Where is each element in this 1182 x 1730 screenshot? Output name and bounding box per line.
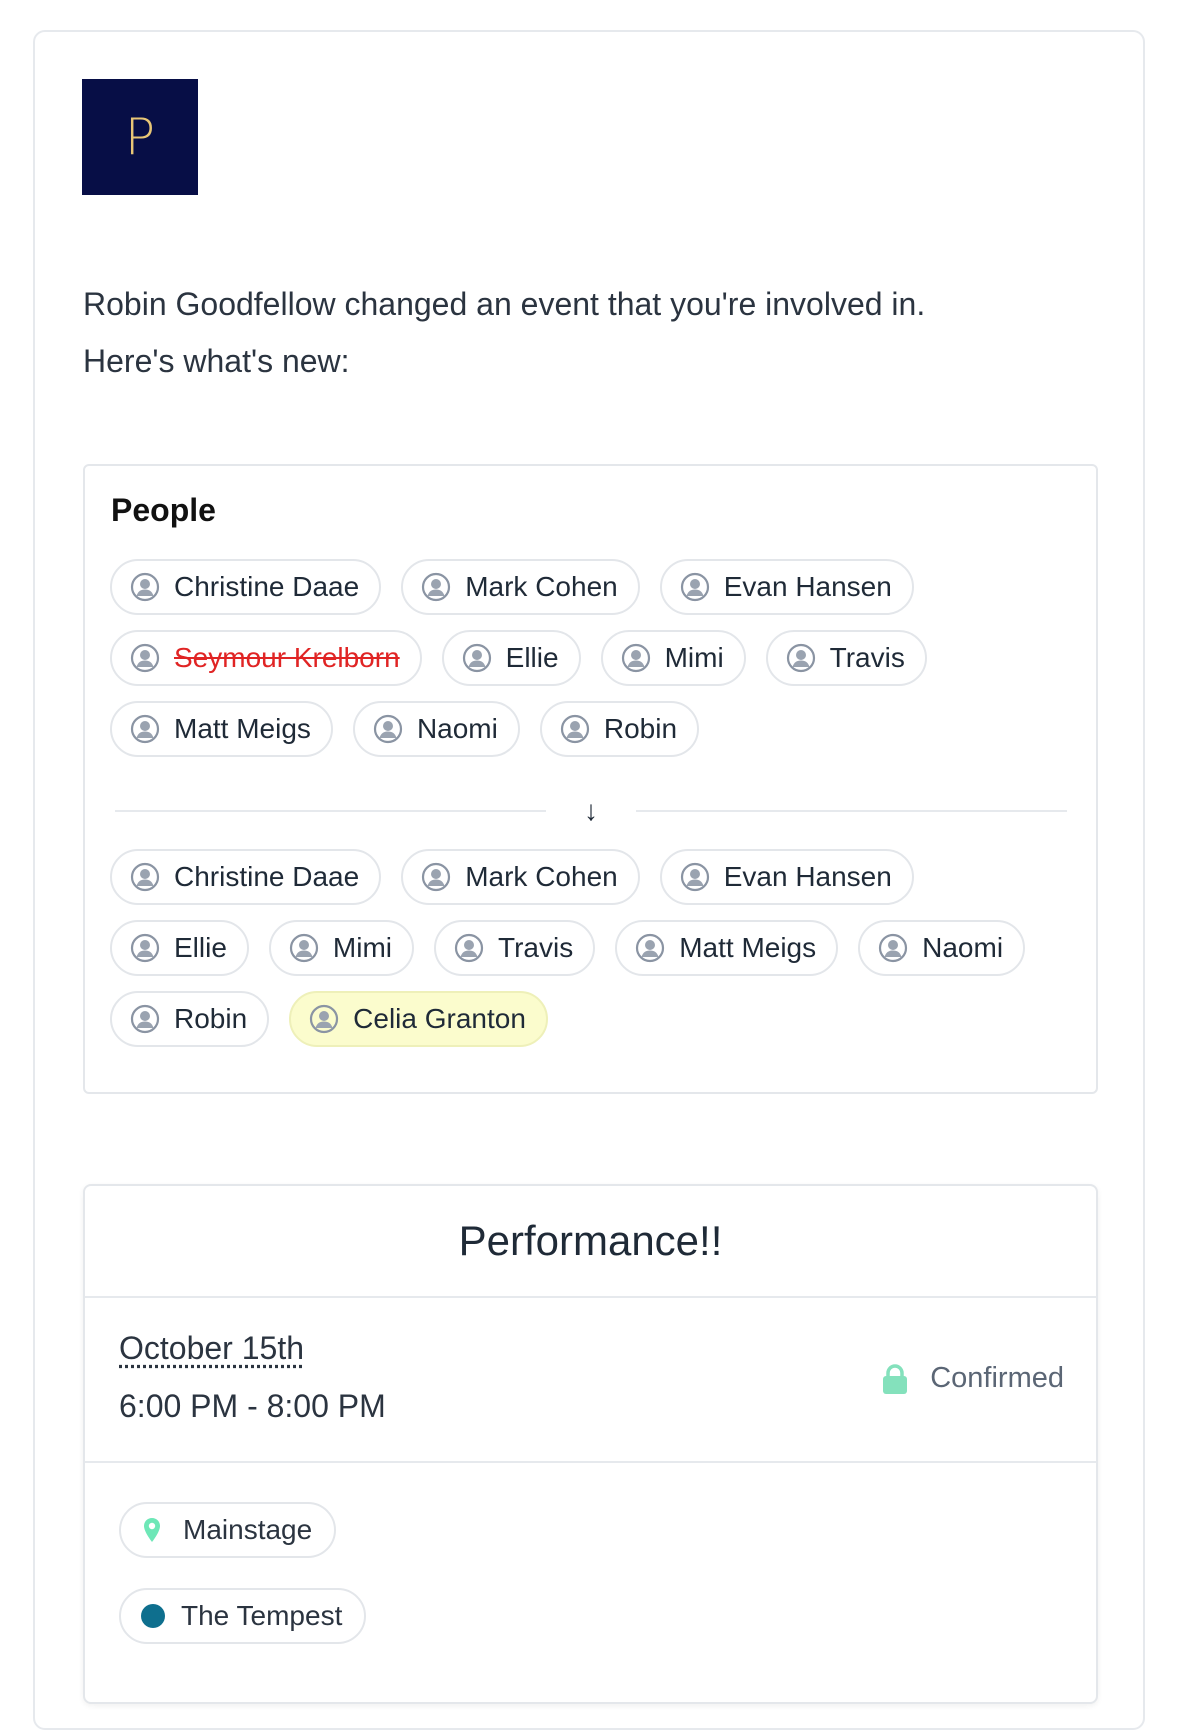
person-chip[interactable]: Travis <box>765 630 927 686</box>
person-chip[interactable]: Mark Cohen <box>401 559 640 615</box>
person-name: Robin <box>174 1003 248 1034</box>
person-chip[interactable]: Mimi <box>600 630 746 686</box>
person-name: Seymour Krelborn <box>174 642 400 673</box>
person-circle-icon <box>422 862 451 892</box>
status-badge: Confirmed <box>882 1362 1064 1395</box>
person-circle-icon <box>680 572 709 602</box>
change-divider: ↓ <box>115 796 1067 826</box>
map-pin-icon <box>144 1518 160 1542</box>
person-chip[interactable]: Naomi <box>858 920 1026 976</box>
people-row: Robin Celia Granton <box>110 991 548 1047</box>
person-chip[interactable]: Celia Granton <box>289 991 548 1047</box>
logo-letter: P <box>124 108 156 166</box>
person-name: Mark Cohen <box>465 571 618 602</box>
person-name: Travis <box>829 642 905 673</box>
person-name: Christine Daae <box>174 861 360 892</box>
status-label: Confirmed <box>930 1362 1064 1394</box>
person-name: Mark Cohen <box>465 861 618 892</box>
event-separator <box>85 1461 1096 1463</box>
person-name: Christine Daae <box>174 571 360 602</box>
person-circle-icon <box>130 1004 160 1034</box>
lock-icon <box>883 1363 908 1394</box>
event-card[interactable]: Performance!! October 15th 6:00 PM - 8:0… <box>83 1184 1098 1704</box>
arrow-down-icon: ↓ <box>584 795 598 826</box>
person-circle-icon <box>454 933 484 963</box>
person-name: Evan Hansen <box>723 571 892 602</box>
event-title: Performance!! <box>85 1186 1096 1298</box>
production-tag: The Tempest <box>119 1588 367 1644</box>
location-label: Mainstage <box>183 1514 313 1545</box>
person-name: Travis <box>498 932 574 963</box>
person-circle-icon <box>130 933 160 963</box>
divider-line <box>115 810 546 812</box>
person-name: Naomi <box>922 932 1004 963</box>
person-chip[interactable]: Christine Daae <box>110 559 382 615</box>
people-row: Christine Daae Mark Cohen Evan Hansen <box>110 559 914 615</box>
person-chip[interactable]: Matt Meigs <box>110 701 333 757</box>
person-chip[interactable]: Mimi <box>268 920 415 976</box>
brand-logo: P <box>82 79 198 195</box>
person-circle-icon <box>560 714 589 744</box>
people-title: People <box>111 492 216 528</box>
person-name: Matt Meigs <box>174 713 311 744</box>
intro-line-2: Here's what's new: <box>83 343 350 379</box>
person-circle-icon <box>130 862 160 892</box>
person-chip[interactable]: Evan Hansen <box>659 559 914 615</box>
person-name: Matt Meigs <box>679 932 817 963</box>
person-circle-icon <box>786 643 815 673</box>
person-chip[interactable]: Naomi <box>352 701 520 757</box>
person-chip[interactable]: Mark Cohen <box>401 849 640 905</box>
people-row: Matt Meigs Naomi Robin <box>110 701 700 757</box>
person-chip[interactable]: Seymour Krelborn <box>110 630 422 686</box>
people-row: Ellie Mimi Travis Matt Meigs Naomi <box>110 920 1026 976</box>
people-row: Christine Daae Mark Cohen Evan Hansen <box>110 849 914 905</box>
person-chip[interactable]: Robin <box>110 991 270 1047</box>
person-chip[interactable]: Christine Daae <box>110 849 382 905</box>
person-circle-icon <box>636 933 665 963</box>
production-label: The Tempest <box>181 1600 343 1631</box>
person-name: Mimi <box>664 642 724 673</box>
person-name: Naomi <box>416 713 498 744</box>
person-circle-icon <box>310 1004 339 1034</box>
person-circle-icon <box>422 572 451 602</box>
people-row: Seymour Krelborn Ellie Mimi Travis <box>110 630 927 686</box>
person-name: Ellie <box>174 932 227 963</box>
person-name: Robin <box>603 713 678 744</box>
person-circle-icon <box>373 714 403 744</box>
person-circle-icon <box>130 572 160 602</box>
event-date[interactable]: October 15th <box>119 1330 304 1367</box>
person-circle-icon <box>289 933 319 963</box>
intro-line-1: Robin Goodfellow changed an event that y… <box>83 286 926 322</box>
person-name: Celia Granton <box>353 1003 526 1034</box>
person-name: Evan Hansen <box>723 861 892 892</box>
production-color-dot-icon <box>141 1604 165 1628</box>
person-circle-icon <box>680 862 709 892</box>
intro-text: Robin Goodfellow changed an event that y… <box>83 276 1083 390</box>
person-name: Ellie <box>505 642 559 673</box>
person-circle-icon <box>462 643 491 673</box>
person-circle-icon <box>621 643 650 673</box>
person-chip[interactable]: Travis <box>434 920 596 976</box>
person-circle-icon <box>130 643 160 673</box>
person-circle-icon <box>130 714 160 744</box>
divider-line <box>636 810 1067 812</box>
event-time: 6:00 PM - 8:00 PM <box>119 1388 386 1424</box>
person-chip[interactable]: Robin <box>539 701 700 757</box>
person-circle-icon <box>879 933 908 963</box>
person-chip[interactable]: Ellie <box>441 630 581 686</box>
person-chip[interactable]: Evan Hansen <box>659 849 914 905</box>
person-name: Mimi <box>332 932 393 963</box>
person-chip[interactable]: Matt Meigs <box>615 920 839 976</box>
location-tag: Mainstage <box>119 1502 337 1558</box>
person-chip[interactable]: Ellie <box>110 920 249 976</box>
people-changes-panel: People Christine Daae Mark Cohen Evan Hans… <box>83 464 1098 1094</box>
